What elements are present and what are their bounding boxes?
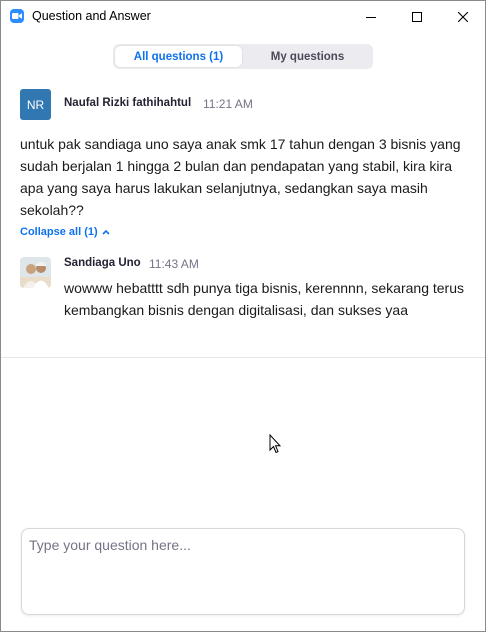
question-input-box[interactable] bbox=[21, 528, 465, 615]
tab-my-questions[interactable]: My questions bbox=[244, 46, 371, 67]
person-photo-icon bbox=[20, 257, 51, 288]
divider bbox=[1, 357, 485, 358]
zoom-video-icon bbox=[10, 9, 24, 23]
close-icon bbox=[458, 11, 468, 22]
answerer-name: Sandiaga Uno bbox=[64, 257, 141, 269]
qa-window: Question and Answer All questions (1) My… bbox=[0, 0, 486, 632]
close-button[interactable] bbox=[440, 1, 485, 32]
maximize-icon bbox=[412, 11, 422, 22]
chevron-up-icon bbox=[102, 229, 110, 235]
asker-name: Naufal Rizki fathihahtul bbox=[64, 97, 192, 109]
tab-all-questions[interactable]: All questions (1) bbox=[115, 46, 242, 67]
minimize-icon bbox=[366, 16, 376, 18]
asker-avatar: NR bbox=[20, 89, 51, 120]
question-filter-tabs: All questions (1) My questions bbox=[113, 44, 373, 69]
window-title: Question and Answer bbox=[32, 9, 151, 23]
question-input[interactable] bbox=[22, 529, 464, 614]
answerer-avatar bbox=[20, 257, 51, 288]
question-text: untuk pak sandiaga uno saya anak smk 17 … bbox=[20, 136, 461, 218]
maximize-button[interactable] bbox=[394, 1, 440, 32]
question-timestamp: 11:21 AM bbox=[203, 97, 253, 111]
answer-timestamp: 11:43 AM bbox=[149, 257, 199, 271]
mouse-cursor-icon bbox=[269, 433, 282, 459]
answer-text: wowww hebatttt sdh punya tiga bisnis, ke… bbox=[64, 280, 465, 318]
collapse-all-link[interactable]: Collapse all (1) bbox=[20, 226, 110, 238]
minimize-button[interactable] bbox=[348, 1, 394, 32]
title-bar: Question and Answer bbox=[1, 1, 485, 32]
collapse-all-label: Collapse all (1) bbox=[20, 226, 98, 238]
